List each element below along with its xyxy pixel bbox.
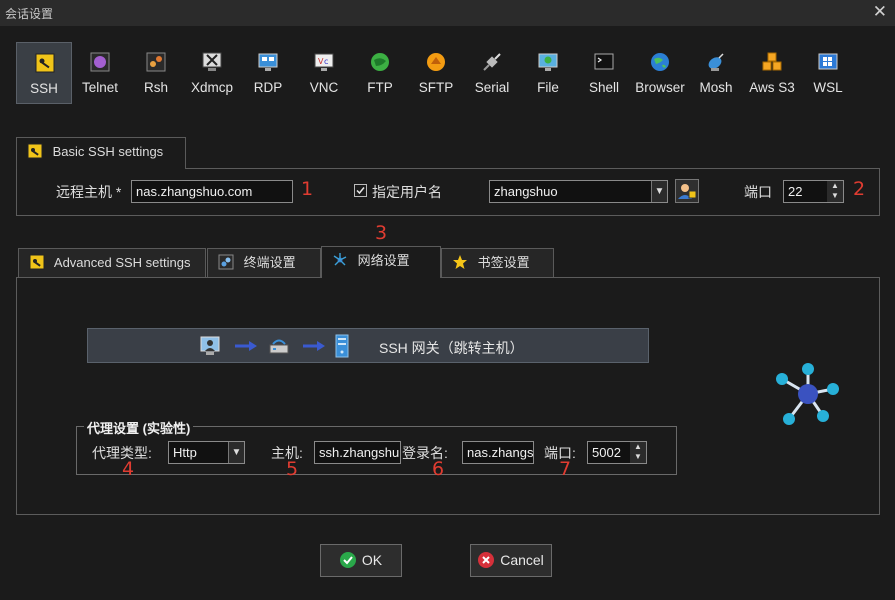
annotation-marker: 4 bbox=[122, 458, 135, 480]
window-title: 会话设置 bbox=[5, 7, 54, 21]
tab-label: Advanced SSH settings bbox=[53, 255, 191, 270]
arrow-right-icon bbox=[303, 341, 325, 351]
tab-terminal-settings[interactable]: 终端设置 bbox=[207, 248, 321, 278]
svg-text:c: c bbox=[324, 57, 328, 66]
rdp-monitor-icon bbox=[258, 53, 278, 71]
tab-label: 书签设置 bbox=[477, 255, 530, 270]
annotation-marker: 2 bbox=[853, 178, 866, 200]
port-stepper[interactable]: 22 ▲ ▼ bbox=[783, 180, 844, 203]
proxy-group-title: 代理设置 (实验性) bbox=[84, 418, 194, 437]
port-label: 端口 bbox=[744, 184, 772, 200]
cancel-circle-icon bbox=[478, 552, 495, 568]
cancel-label: Cancel bbox=[500, 552, 544, 568]
protocol-vnc[interactable]: Vc VNC bbox=[296, 42, 352, 104]
ssh-gateway-button[interactable]: SSH 网关（跳转主机） bbox=[87, 328, 649, 363]
remote-host-label: 远程主机 * bbox=[56, 184, 122, 200]
username-value: zhangshuo bbox=[494, 184, 558, 199]
file-monitor-icon bbox=[538, 53, 558, 71]
ftp-globe-icon bbox=[371, 53, 389, 71]
protocol-ftp[interactable]: FTP bbox=[352, 42, 408, 104]
chevron-down-icon[interactable]: ▼ bbox=[651, 181, 667, 202]
ok-button[interactable]: OK bbox=[320, 544, 402, 577]
proxy-type-select[interactable]: Http ▼ bbox=[168, 441, 245, 464]
shell-terminal-icon bbox=[594, 53, 614, 70]
xdmcp-icon bbox=[202, 52, 222, 71]
user-manager-button[interactable] bbox=[675, 179, 699, 203]
protocol-browser[interactable]: Browser bbox=[632, 42, 688, 104]
ok-label: OK bbox=[361, 552, 383, 568]
annotation-marker: 6 bbox=[432, 458, 445, 480]
proxy-host-input[interactable]: ssh.zhangshu bbox=[314, 441, 401, 464]
username-select[interactable]: zhangshuo ▼ bbox=[489, 180, 668, 203]
tab-basic-ssh-settings[interactable]: Basic SSH settings bbox=[16, 137, 186, 169]
protocol-bar: SSH Telnet Rsh Xdmcp RDP Vc VNC FTP SFTP… bbox=[16, 42, 866, 104]
tab-joint bbox=[322, 275, 440, 279]
mosh-satellite-icon bbox=[708, 53, 724, 71]
cancel-button[interactable]: Cancel bbox=[470, 544, 552, 577]
protocol-aws-s3[interactable]: Aws S3 bbox=[744, 42, 800, 104]
tab-advanced-ssh-settings[interactable]: Advanced SSH settings bbox=[18, 248, 206, 278]
wsl-windows-icon bbox=[818, 53, 838, 70]
chevron-down-icon[interactable]: ▼ bbox=[228, 442, 244, 463]
star-icon bbox=[453, 255, 467, 269]
annotation-marker: 3 bbox=[375, 222, 388, 244]
rsh-icon bbox=[146, 52, 166, 72]
tab-label: Basic SSH settings bbox=[52, 144, 164, 159]
gateway-label: SSH 网关（跳转主机） bbox=[379, 340, 524, 356]
protocol-xdmcp[interactable]: Xdmcp bbox=[184, 42, 240, 104]
close-icon[interactable]: ✕ bbox=[873, 2, 887, 22]
ssh-key-icon bbox=[35, 53, 55, 73]
tab-label: 网络设置 bbox=[357, 253, 410, 268]
tab-network-settings[interactable]: 网络设置 bbox=[321, 246, 441, 278]
remote-host-input[interactable]: nas.zhangshuo.com bbox=[131, 180, 293, 203]
vnc-icon: Vc bbox=[314, 53, 334, 71]
user-manager-icon bbox=[678, 184, 697, 199]
check-icon bbox=[356, 187, 365, 195]
protocol-mosh[interactable]: Mosh bbox=[688, 42, 744, 104]
spin-arrows-icon[interactable]: ▲ ▼ bbox=[630, 442, 646, 463]
tab-label: 终端设置 bbox=[243, 255, 296, 270]
protocol-shell[interactable]: Shell bbox=[576, 42, 632, 104]
specify-username-label: 指定用户名 bbox=[372, 184, 442, 200]
serial-plug-icon bbox=[483, 53, 501, 71]
protocol-sftp[interactable]: SFTP bbox=[408, 42, 464, 104]
network-star-icon bbox=[333, 253, 347, 266]
proxy-login-input[interactable]: nas.zhangs bbox=[462, 441, 534, 464]
protocol-label: WSL bbox=[813, 80, 843, 95]
protocol-serial[interactable]: Serial bbox=[464, 42, 520, 104]
annotation-marker: 1 bbox=[301, 178, 314, 200]
tab-bookmark-settings[interactable]: 书签设置 bbox=[441, 248, 554, 278]
ssh-key-icon bbox=[29, 254, 45, 270]
arrow-right-icon bbox=[235, 341, 257, 351]
server-icon bbox=[335, 334, 349, 358]
network-settings-panel bbox=[16, 277, 880, 515]
browser-globe-icon bbox=[651, 53, 669, 71]
aws-s3-cubes-icon bbox=[762, 52, 782, 71]
terminal-settings-icon bbox=[218, 254, 234, 270]
proxy-port-stepper[interactable]: 5002 ▲ ▼ bbox=[587, 441, 647, 464]
proxy-type-value: Http bbox=[173, 445, 197, 460]
protocol-rdp[interactable]: RDP bbox=[240, 42, 296, 104]
protocol-rsh[interactable]: Rsh bbox=[128, 42, 184, 104]
protocol-file[interactable]: File bbox=[520, 42, 576, 104]
protocol-wsl[interactable]: WSL bbox=[800, 42, 856, 104]
tab-joint bbox=[17, 166, 185, 170]
gateway-router-icon bbox=[269, 339, 289, 354]
user-desktop-icon bbox=[200, 336, 220, 355]
telnet-icon bbox=[90, 52, 110, 72]
proxy-port-value: 5002 bbox=[592, 445, 621, 460]
title-bar: 会话设置 ✕ bbox=[0, 0, 895, 26]
check-circle-icon bbox=[339, 552, 356, 568]
annotation-marker: 7 bbox=[559, 458, 572, 480]
port-value: 22 bbox=[788, 184, 803, 199]
ssh-key-icon bbox=[27, 143, 43, 159]
protocol-ssh[interactable]: SSH bbox=[16, 42, 72, 104]
sftp-icon bbox=[427, 53, 445, 71]
network-star-icon bbox=[776, 363, 839, 425]
protocol-telnet[interactable]: Telnet bbox=[72, 42, 128, 104]
annotation-marker: 5 bbox=[286, 458, 299, 480]
spin-arrows-icon[interactable]: ▲ ▼ bbox=[827, 181, 843, 202]
specify-username-checkbox[interactable] bbox=[354, 184, 367, 197]
